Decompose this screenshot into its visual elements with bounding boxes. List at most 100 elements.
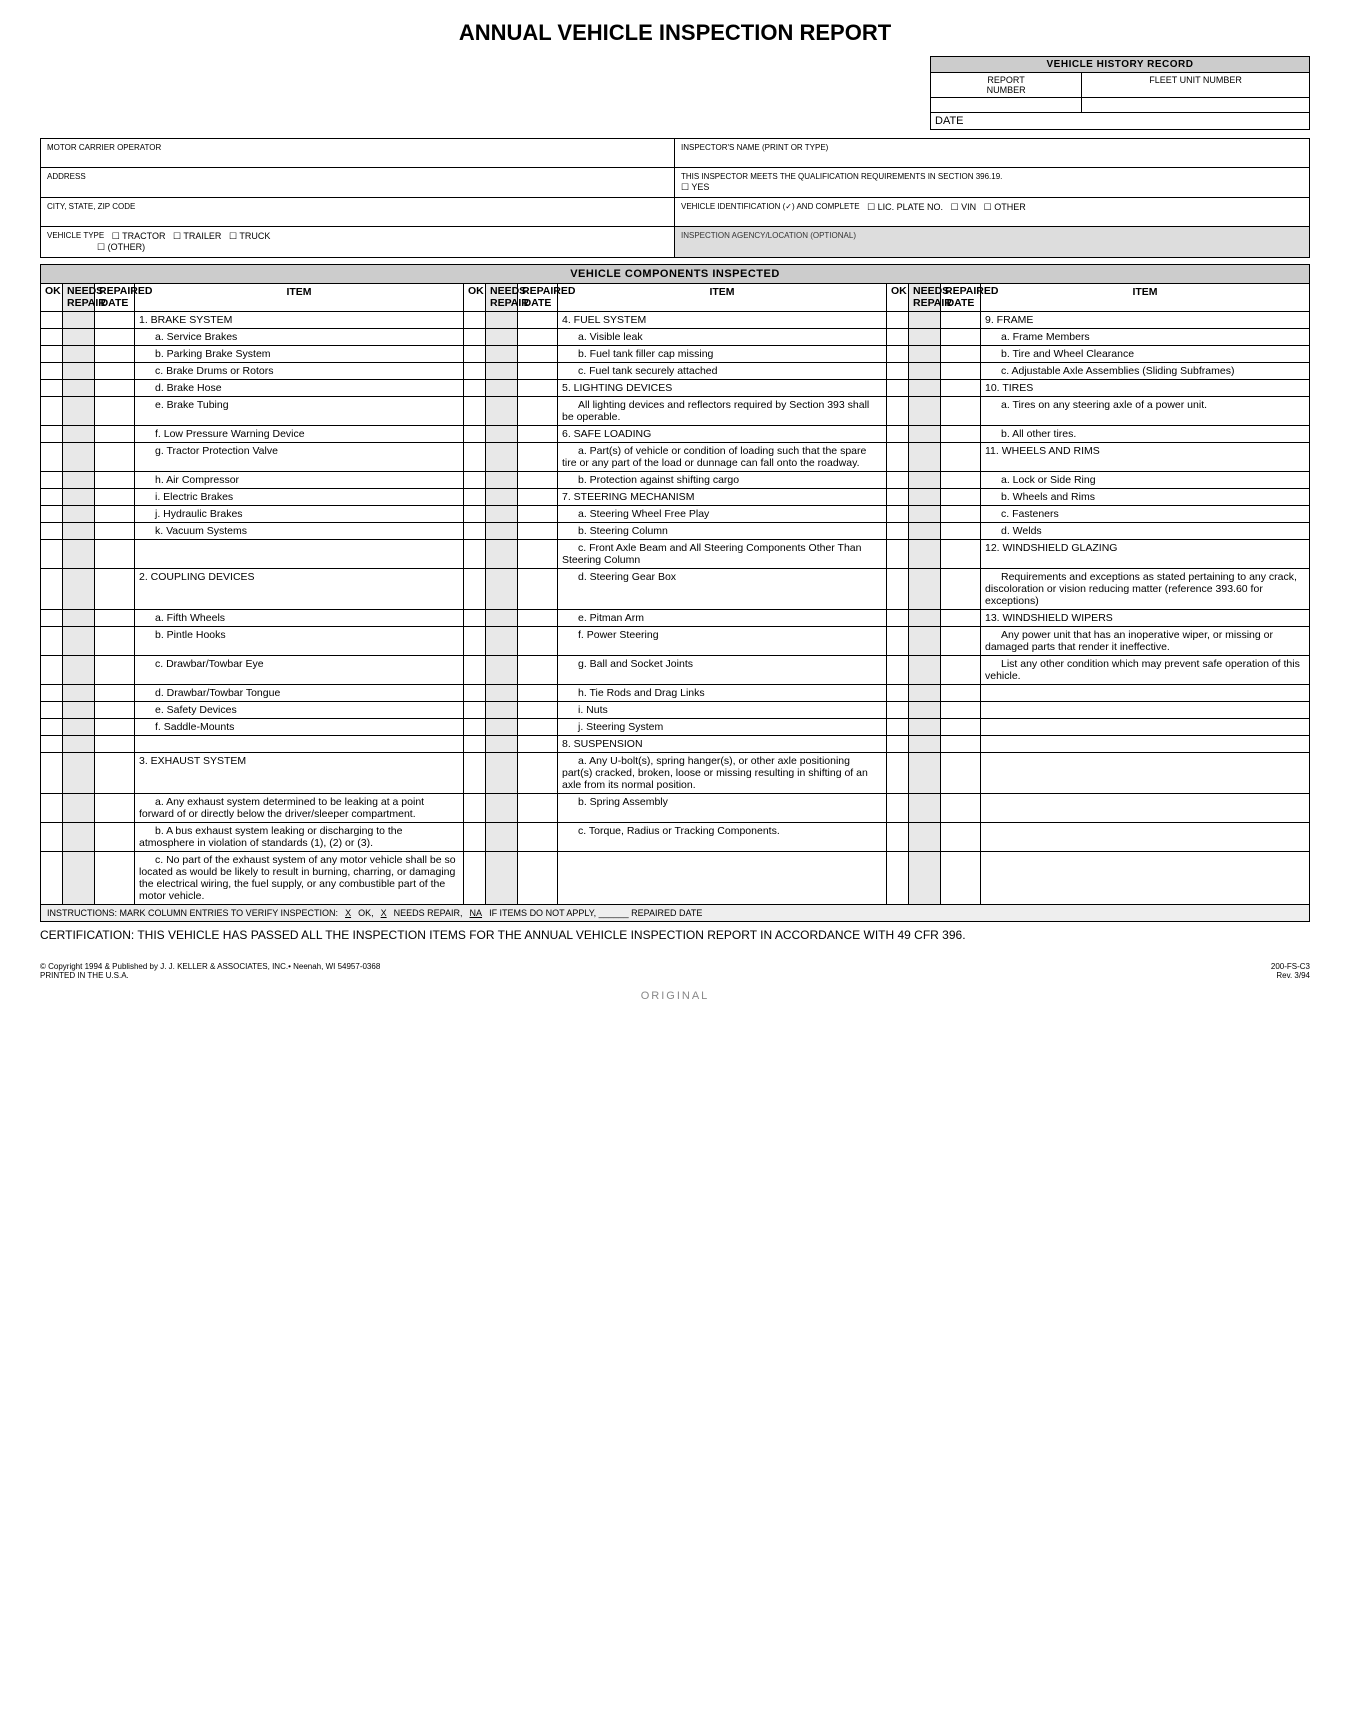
needs-repair-cell[interactable] bbox=[63, 426, 95, 443]
report-number-value[interactable] bbox=[931, 98, 1082, 112]
repaired-date-cell[interactable] bbox=[941, 540, 981, 569]
needs-repair-cell[interactable] bbox=[486, 823, 518, 852]
ok-cell[interactable] bbox=[887, 472, 909, 489]
repaired-date-cell[interactable] bbox=[95, 656, 135, 685]
repaired-date-cell[interactable] bbox=[95, 426, 135, 443]
needs-repair-cell[interactable] bbox=[909, 656, 941, 685]
vin-checkbox[interactable]: VIN bbox=[951, 202, 977, 212]
needs-repair-cell[interactable] bbox=[63, 489, 95, 506]
repaired-date-cell[interactable] bbox=[941, 489, 981, 506]
repaired-date-cell[interactable] bbox=[518, 506, 558, 523]
ok-cell[interactable] bbox=[887, 852, 909, 905]
ok-cell[interactable] bbox=[464, 753, 486, 794]
ok-cell[interactable] bbox=[41, 702, 63, 719]
ok-cell[interactable] bbox=[41, 852, 63, 905]
repaired-date-cell[interactable] bbox=[941, 363, 981, 380]
needs-repair-cell[interactable] bbox=[486, 397, 518, 426]
repaired-date-cell[interactable] bbox=[518, 472, 558, 489]
needs-repair-cell[interactable] bbox=[486, 380, 518, 397]
address-field[interactable]: ADDRESS bbox=[41, 168, 675, 197]
repaired-date-cell[interactable] bbox=[518, 656, 558, 685]
vehicle-identification[interactable]: VEHICLE IDENTIFICATION (✓) AND COMPLETE … bbox=[675, 198, 1309, 226]
repaired-date-cell[interactable] bbox=[518, 736, 558, 753]
ok-cell[interactable] bbox=[464, 380, 486, 397]
needs-repair-cell[interactable] bbox=[63, 472, 95, 489]
needs-repair-cell[interactable] bbox=[63, 736, 95, 753]
repaired-date-cell[interactable] bbox=[941, 523, 981, 540]
ok-cell[interactable] bbox=[41, 569, 63, 610]
repaired-date-cell[interactable] bbox=[941, 329, 981, 346]
ok-cell[interactable] bbox=[464, 656, 486, 685]
ok-cell[interactable] bbox=[41, 540, 63, 569]
repaired-date-cell[interactable] bbox=[518, 540, 558, 569]
ok-cell[interactable] bbox=[41, 443, 63, 472]
repaired-date-cell[interactable] bbox=[518, 489, 558, 506]
ok-cell[interactable] bbox=[41, 753, 63, 794]
needs-repair-cell[interactable] bbox=[63, 627, 95, 656]
ok-cell[interactable] bbox=[464, 329, 486, 346]
needs-repair-cell[interactable] bbox=[486, 852, 518, 905]
repaired-date-cell[interactable] bbox=[95, 540, 135, 569]
needs-repair-cell[interactable] bbox=[63, 852, 95, 905]
ok-cell[interactable] bbox=[41, 397, 63, 426]
ok-cell[interactable] bbox=[464, 443, 486, 472]
needs-repair-cell[interactable] bbox=[486, 443, 518, 472]
ok-cell[interactable] bbox=[464, 363, 486, 380]
ok-cell[interactable] bbox=[887, 736, 909, 753]
needs-repair-cell[interactable] bbox=[63, 823, 95, 852]
repaired-date-cell[interactable] bbox=[941, 506, 981, 523]
repaired-date-cell[interactable] bbox=[95, 610, 135, 627]
ok-cell[interactable] bbox=[887, 540, 909, 569]
needs-repair-cell[interactable] bbox=[486, 363, 518, 380]
ok-cell[interactable] bbox=[887, 363, 909, 380]
ok-cell[interactable] bbox=[887, 656, 909, 685]
ok-cell[interactable] bbox=[887, 506, 909, 523]
ok-cell[interactable] bbox=[887, 753, 909, 794]
ok-cell[interactable] bbox=[887, 329, 909, 346]
repaired-date-cell[interactable] bbox=[941, 794, 981, 823]
repaired-date-cell[interactable] bbox=[95, 685, 135, 702]
inspector-name[interactable]: INSPECTOR'S NAME (PRINT OR TYPE) bbox=[675, 139, 1309, 167]
repaired-date-cell[interactable] bbox=[518, 397, 558, 426]
ok-cell[interactable] bbox=[41, 380, 63, 397]
motor-carrier-operator[interactable]: MOTOR CARRIER OPERATOR bbox=[41, 139, 675, 167]
needs-repair-cell[interactable] bbox=[63, 363, 95, 380]
ok-cell[interactable] bbox=[887, 346, 909, 363]
needs-repair-cell[interactable] bbox=[486, 569, 518, 610]
ok-cell[interactable] bbox=[887, 312, 909, 329]
needs-repair-cell[interactable] bbox=[486, 329, 518, 346]
repaired-date-cell[interactable] bbox=[95, 753, 135, 794]
ok-cell[interactable] bbox=[41, 523, 63, 540]
needs-repair-cell[interactable] bbox=[909, 397, 941, 426]
repaired-date-cell[interactable] bbox=[95, 380, 135, 397]
repaired-date-cell[interactable] bbox=[941, 346, 981, 363]
repaired-date-cell[interactable] bbox=[941, 569, 981, 610]
ok-cell[interactable] bbox=[464, 472, 486, 489]
repaired-date-cell[interactable] bbox=[95, 489, 135, 506]
needs-repair-cell[interactable] bbox=[486, 472, 518, 489]
ok-cell[interactable] bbox=[41, 346, 63, 363]
ok-cell[interactable] bbox=[887, 685, 909, 702]
needs-repair-cell[interactable] bbox=[63, 380, 95, 397]
repaired-date-cell[interactable] bbox=[95, 329, 135, 346]
ok-cell[interactable] bbox=[464, 506, 486, 523]
repaired-date-cell[interactable] bbox=[941, 472, 981, 489]
repaired-date-cell[interactable] bbox=[941, 610, 981, 627]
needs-repair-cell[interactable] bbox=[909, 329, 941, 346]
ok-cell[interactable] bbox=[41, 472, 63, 489]
needs-repair-cell[interactable] bbox=[909, 426, 941, 443]
other-checkbox[interactable]: (OTHER) bbox=[97, 242, 145, 252]
repaired-date-cell[interactable] bbox=[95, 719, 135, 736]
needs-repair-cell[interactable] bbox=[63, 329, 95, 346]
ok-cell[interactable] bbox=[887, 397, 909, 426]
needs-repair-cell[interactable] bbox=[909, 753, 941, 794]
ok-cell[interactable] bbox=[887, 380, 909, 397]
repaired-date-cell[interactable] bbox=[518, 627, 558, 656]
needs-repair-cell[interactable] bbox=[909, 363, 941, 380]
ok-cell[interactable] bbox=[464, 523, 486, 540]
needs-repair-cell[interactable] bbox=[909, 346, 941, 363]
repaired-date-cell[interactable] bbox=[941, 312, 981, 329]
needs-repair-cell[interactable] bbox=[486, 506, 518, 523]
ok-cell[interactable] bbox=[464, 346, 486, 363]
ok-cell[interactable] bbox=[887, 627, 909, 656]
